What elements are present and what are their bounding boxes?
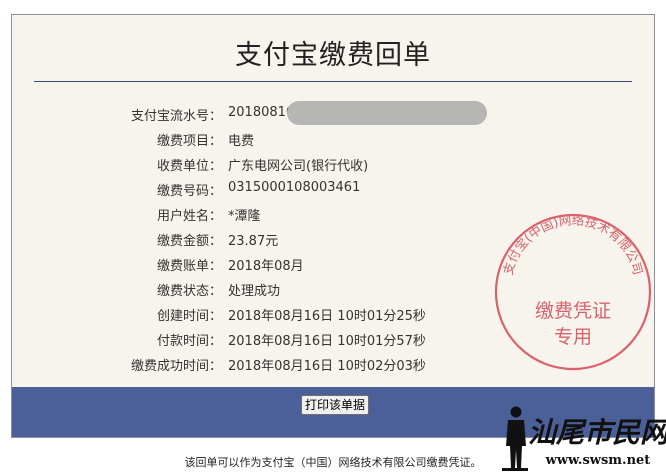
field-label: 缴费账单：	[156, 259, 222, 274]
watermark-url: www.swsm.net	[545, 453, 651, 468]
person-silhouette-icon	[502, 406, 528, 471]
field-value: 0315000108003461	[228, 180, 361, 195]
field-value: 2018年08月16日 10时01分25秒	[228, 309, 426, 324]
field-label: 缴费金额：	[156, 234, 222, 249]
field-value: 2018年08月16日 10时02分03秒	[228, 359, 426, 374]
field-value: 处理成功	[228, 284, 281, 299]
field-value: 2018年08月16日 10时01分57秒	[228, 334, 426, 349]
field-label: 支付宝流水号：	[130, 109, 222, 124]
site-watermark: 汕尾市民网 www.swsm.net	[502, 406, 666, 471]
field-value: 2018年08月	[228, 259, 304, 274]
stamp-line-2: 专用	[554, 326, 592, 348]
field-label: 付款时间：	[156, 334, 222, 349]
stamp-ring-text: 支付宝(中国)网络技术有限公司	[500, 212, 646, 276]
field-payment-item: 缴费项目： 电费	[12, 126, 654, 150]
title-divider	[34, 81, 632, 82]
field-value: *潭隆	[228, 209, 261, 224]
receipt-title: 支付宝缴费回单	[235, 40, 431, 71]
official-seal-stamp: 支付宝(中国)网络技术有限公司 缴费凭证 专用	[494, 212, 652, 371]
receipt-panel: 支付宝缴费回单 支付宝流水号： 20180816 缴费项目： 电费 收费单位： …	[11, 14, 655, 438]
field-value: 23.87元	[228, 234, 279, 249]
field-value: 广东电网公司(银行代收)	[228, 159, 369, 174]
field-value: 电费	[228, 134, 255, 149]
field-label: 缴费成功时间：	[130, 359, 222, 374]
field-label: 用户姓名：	[156, 209, 222, 224]
watermark-brand: 汕尾市民网	[528, 416, 666, 449]
field-account-number: 缴费号码： 0315000108003461	[12, 176, 654, 200]
print-button[interactable]: 打印该单据	[301, 395, 370, 415]
field-value: 20180816	[228, 105, 295, 120]
stamp-line-1: 缴费凭证	[535, 300, 611, 322]
field-payee: 收费单位： 广东电网公司(银行代收)	[12, 151, 654, 175]
field-label: 缴费号码：	[156, 184, 222, 199]
field-serial-number: 支付宝流水号： 20180816	[12, 101, 654, 125]
field-label: 创建时间：	[156, 309, 222, 324]
field-label: 缴费状态：	[156, 284, 222, 299]
redaction-blur	[287, 101, 487, 125]
field-label: 收费单位：	[156, 159, 222, 174]
field-label: 缴费项目：	[156, 134, 222, 149]
